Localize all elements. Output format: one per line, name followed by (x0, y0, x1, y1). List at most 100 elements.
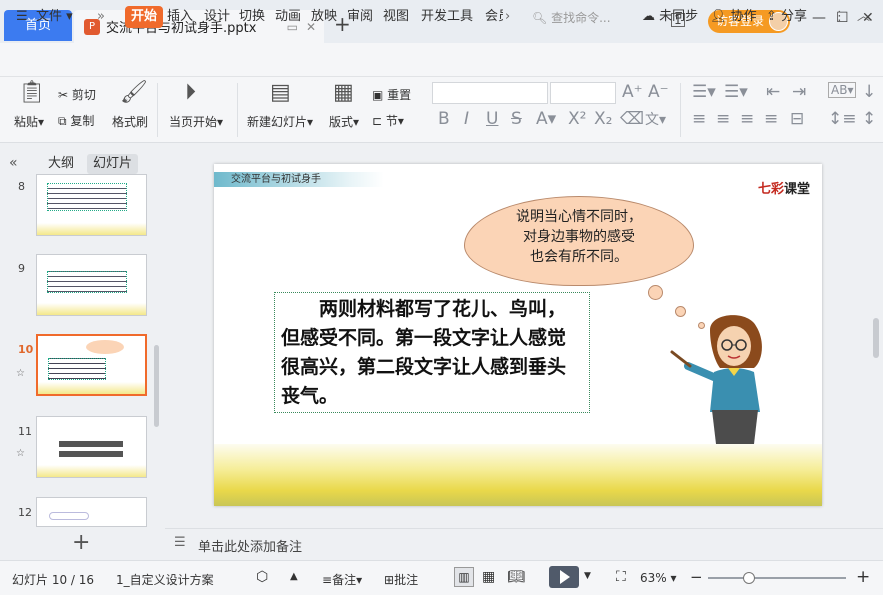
notes-pane[interactable]: ☰ 单击此处添加备注 (165, 528, 883, 559)
numbered-list-icon[interactable]: ☰▾ (724, 82, 748, 102)
strikethrough-icon[interactable]: S (511, 109, 522, 129)
paste-icon[interactable]: 📋︎ (18, 80, 46, 105)
section-button[interactable]: ⊏ 节▾ (372, 112, 404, 129)
share-button[interactable]: ⇪ 分享 (766, 0, 807, 34)
slide-number-9: 9 (18, 262, 25, 275)
play-options-icon[interactable]: ▼ (584, 571, 591, 581)
shrink-font-icon[interactable]: A⁻ (648, 82, 669, 102)
zoom-slider[interactable] (708, 577, 846, 579)
reset-button[interactable]: ▣ 重置 (372, 86, 411, 103)
animation-star-icon: ☆ (16, 448, 25, 459)
superscript-icon[interactable]: X² (568, 109, 586, 129)
menu-bar (0, 43, 883, 77)
menu-start[interactable]: 开始 (125, 6, 164, 28)
menu-review[interactable]: 审阅 (347, 0, 373, 34)
collapse-panel-icon[interactable]: « (9, 155, 18, 171)
canvas-scrollbar[interactable] (873, 318, 879, 358)
subscript-icon[interactable]: X₂ (594, 109, 612, 129)
decrease-indent-icon[interactable]: ⇤ (766, 82, 780, 102)
comment-button[interactable]: ⊞批注 (384, 571, 418, 588)
zoom-slider-handle[interactable] (743, 572, 755, 584)
brush-icon[interactable]: 🖌︎ (120, 80, 148, 105)
grid-view-icon[interactable]: ▦ (482, 569, 495, 585)
notes-icon: ☰ (174, 535, 186, 550)
clear-format-icon[interactable]: ⌫ (620, 109, 644, 129)
play-button[interactable] (549, 566, 579, 588)
phonetic-icon[interactable]: 文▾ (645, 109, 666, 129)
zoom-in-icon[interactable]: + (856, 567, 870, 587)
theme-name[interactable]: 1_自定义设计方案 (116, 571, 214, 588)
menu-animation[interactable]: 动画 (275, 0, 301, 34)
align-center-icon[interactable]: ≡ (716, 109, 730, 129)
menu-design[interactable]: 设计 (204, 0, 230, 34)
paragraph-icon[interactable]: ↕ (862, 109, 876, 129)
slide-thumb-12[interactable] (36, 497, 147, 527)
copy-button[interactable]: ⧉ 复制 (58, 112, 94, 129)
font-name-select[interactable] (432, 82, 548, 104)
zoom-out-icon[interactable]: − (690, 568, 703, 586)
slide-header: 交流平台与初试身手 (214, 172, 384, 187)
new-slide-icon[interactable]: ▤ (270, 80, 291, 105)
search-input[interactable]: 🔍︎ 查找命令... (532, 9, 611, 26)
tab-slides[interactable]: 幻灯片 (87, 154, 139, 174)
menu-insert[interactable]: 插入 (167, 0, 193, 34)
menu-file[interactable]: 文件 ▾ (36, 0, 73, 34)
add-slide-button[interactable]: + (72, 530, 90, 555)
play-icon (560, 570, 570, 584)
cut-button[interactable]: ✂ 剪切 (58, 86, 96, 103)
font-color-icon[interactable]: A▾ (536, 109, 556, 129)
menu-developer[interactable]: 开发工具 (421, 0, 473, 34)
more-icon[interactable]: » (97, 0, 105, 34)
tab-outline[interactable]: 大纲 (42, 154, 80, 174)
align-right-icon[interactable]: ≡ (740, 109, 754, 129)
slide-thumb-8[interactable] (36, 174, 147, 236)
menu-view[interactable]: 视图 (383, 0, 409, 34)
italic-icon[interactable]: I (464, 109, 469, 129)
new-slide-button[interactable]: 新建幻灯片▾ (247, 113, 313, 130)
sync-status[interactable]: ☁ 未同步 (642, 0, 698, 34)
collab-button[interactable]: 👤︎ 协作 (710, 0, 757, 34)
slide-thumb-10[interactable] (36, 334, 147, 396)
notes-placeholder[interactable]: 单击此处添加备注 (198, 536, 302, 555)
play-from-current-button[interactable]: 当页开始▾ (169, 113, 223, 130)
text-case-icon[interactable]: AB▾ (828, 82, 857, 98)
slide[interactable]: 交流平台与初试身手 七彩课堂 说明当心情不同时， 对身边事物的感受 也会有所不同… (214, 164, 822, 506)
slide-thumb-11[interactable] (36, 416, 147, 478)
bold-icon[interactable]: B (438, 109, 450, 129)
more-options-icon[interactable]: ⋮ (833, 0, 846, 34)
slide-number-12: 12 (18, 506, 32, 519)
line-spacing-icon[interactable]: ↕≡ (828, 109, 857, 129)
underline-icon[interactable]: U (486, 109, 498, 129)
menu-slideshow[interactable]: 放映 (311, 0, 337, 34)
paste-button[interactable]: 粘贴▾ (14, 113, 44, 130)
play-circle-icon[interactable]: ⏵ (185, 80, 196, 105)
increase-indent-icon[interactable]: ⇥ (792, 82, 806, 102)
zoom-level[interactable]: 63% ▾ (640, 571, 677, 585)
font-size-select[interactable] (550, 82, 616, 104)
normal-view-icon[interactable]: ▥ (454, 567, 474, 587)
chevron-up-icon[interactable]: ▲ (290, 571, 298, 582)
notes-toggle-button[interactable]: ≡备注▾ (322, 571, 362, 588)
format-painter-button[interactable]: 格式刷 (112, 113, 148, 130)
bullet-list-icon[interactable]: ☰▾ (692, 82, 716, 102)
text-direction-icon[interactable]: ↓ (862, 82, 876, 102)
align-left-icon[interactable]: ≡ (692, 109, 706, 129)
menu-member[interactable]: 会员 (485, 0, 503, 34)
layout-icon[interactable]: ▦ (333, 80, 354, 105)
animation-star-icon: ☆ (16, 368, 25, 379)
chevron-right-icon[interactable]: › (505, 0, 510, 34)
justify-icon[interactable]: ≡ (764, 109, 778, 129)
grow-font-icon[interactable]: A⁺ (622, 82, 643, 102)
reading-view-icon[interactable]: 📖︎ (507, 569, 525, 585)
fit-window-icon[interactable]: ⛶ (616, 569, 626, 585)
collapse-ribbon-icon[interactable]: ︿ (857, 0, 870, 34)
minimize-icon[interactable]: — (812, 10, 826, 26)
menu-transition[interactable]: 切换 (239, 0, 265, 34)
menu-icon[interactable]: ☰ (16, 0, 28, 34)
slide-thumb-9[interactable] (36, 254, 147, 316)
body-textbox[interactable]: 两则材料都写了花儿、鸟叫，但感受不同。第一段文字让人感觉很高兴，第二段文字让人感… (274, 292, 590, 413)
panel-scrollbar[interactable] (154, 345, 159, 427)
distribute-icon[interactable]: ⊟ (790, 109, 804, 129)
cube-icon[interactable]: ⬡ (256, 569, 268, 585)
layout-button[interactable]: 版式▾ (329, 113, 359, 130)
